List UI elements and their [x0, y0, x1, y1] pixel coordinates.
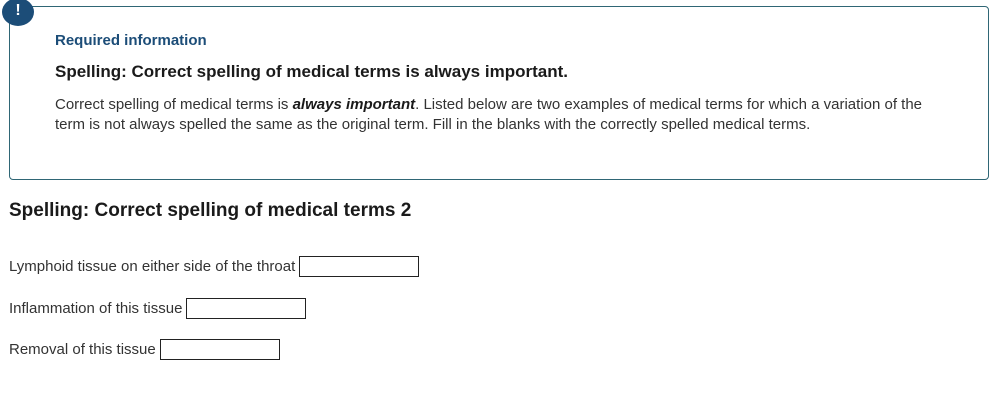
info-body-text: Correct spelling of medical terms is alw…: [55, 95, 935, 134]
required-information-label: Required information: [55, 32, 207, 49]
question-row-1: Lymphoid tissue on either side of the th…: [9, 256, 420, 277]
info-body-emphasis: always important: [292, 96, 416, 113]
info-body-prefix: Correct spelling of medical terms is: [55, 96, 293, 113]
answer-field-2[interactable]: [186, 298, 307, 319]
question-row-3: Removal of this tissue: [9, 339, 280, 360]
answer-field-1[interactable]: [299, 256, 420, 277]
info-section-title: Spelling: Correct spelling of medical te…: [55, 62, 568, 81]
question-label-2: Inflammation of this tissue: [9, 300, 183, 317]
question-title: Spelling: Correct spelling of medical te…: [9, 200, 412, 221]
required-information-box: Required information Spelling: Correct s…: [9, 6, 989, 180]
question-label-1: Lymphoid tissue on either side of the th…: [9, 258, 296, 275]
question-row-2: Inflammation of this tissue: [9, 298, 307, 319]
question-label-3: Removal of this tissue: [9, 341, 156, 358]
answer-field-3[interactable]: [159, 339, 280, 360]
